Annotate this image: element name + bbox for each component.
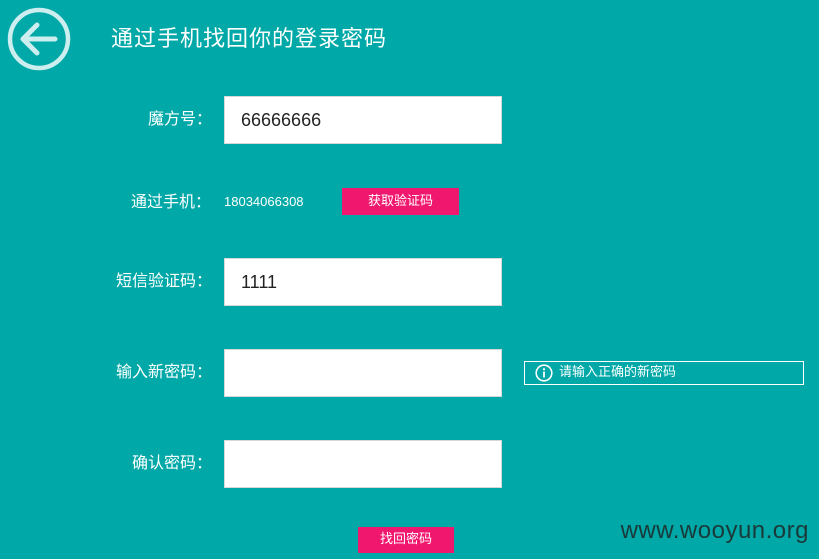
arrow-left-circle-icon — [7, 7, 71, 71]
info-icon — [535, 364, 553, 382]
back-button[interactable] — [7, 7, 71, 71]
get-verification-code-button[interactable]: 获取验证码 — [342, 188, 459, 215]
phone-number: 18034066308 — [224, 194, 304, 209]
mofang-id-label: 魔方号： — [147, 109, 212, 128]
phone-label: 通过手机： — [131, 192, 212, 211]
watermark: www.wooyun.org — [620, 517, 809, 544]
mofang-id-input[interactable] — [224, 96, 502, 144]
sms-code-input[interactable] — [224, 258, 502, 306]
confirm-password-label: 确认密码： — [131, 453, 212, 472]
new-password-input[interactable] — [224, 349, 502, 397]
confirm-password-input[interactable] — [224, 440, 502, 488]
sms-code-label: 短信验证码： — [115, 271, 212, 290]
recover-password-button[interactable]: 找回密码 — [358, 527, 454, 553]
page-title: 通过手机找回你的登录密码 — [111, 27, 388, 52]
new-password-label: 输入新密码： — [115, 362, 212, 381]
new-password-hint: 请输入正确的新密码 — [524, 361, 804, 385]
new-password-hint-text: 请输入正确的新密码 — [559, 365, 677, 380]
